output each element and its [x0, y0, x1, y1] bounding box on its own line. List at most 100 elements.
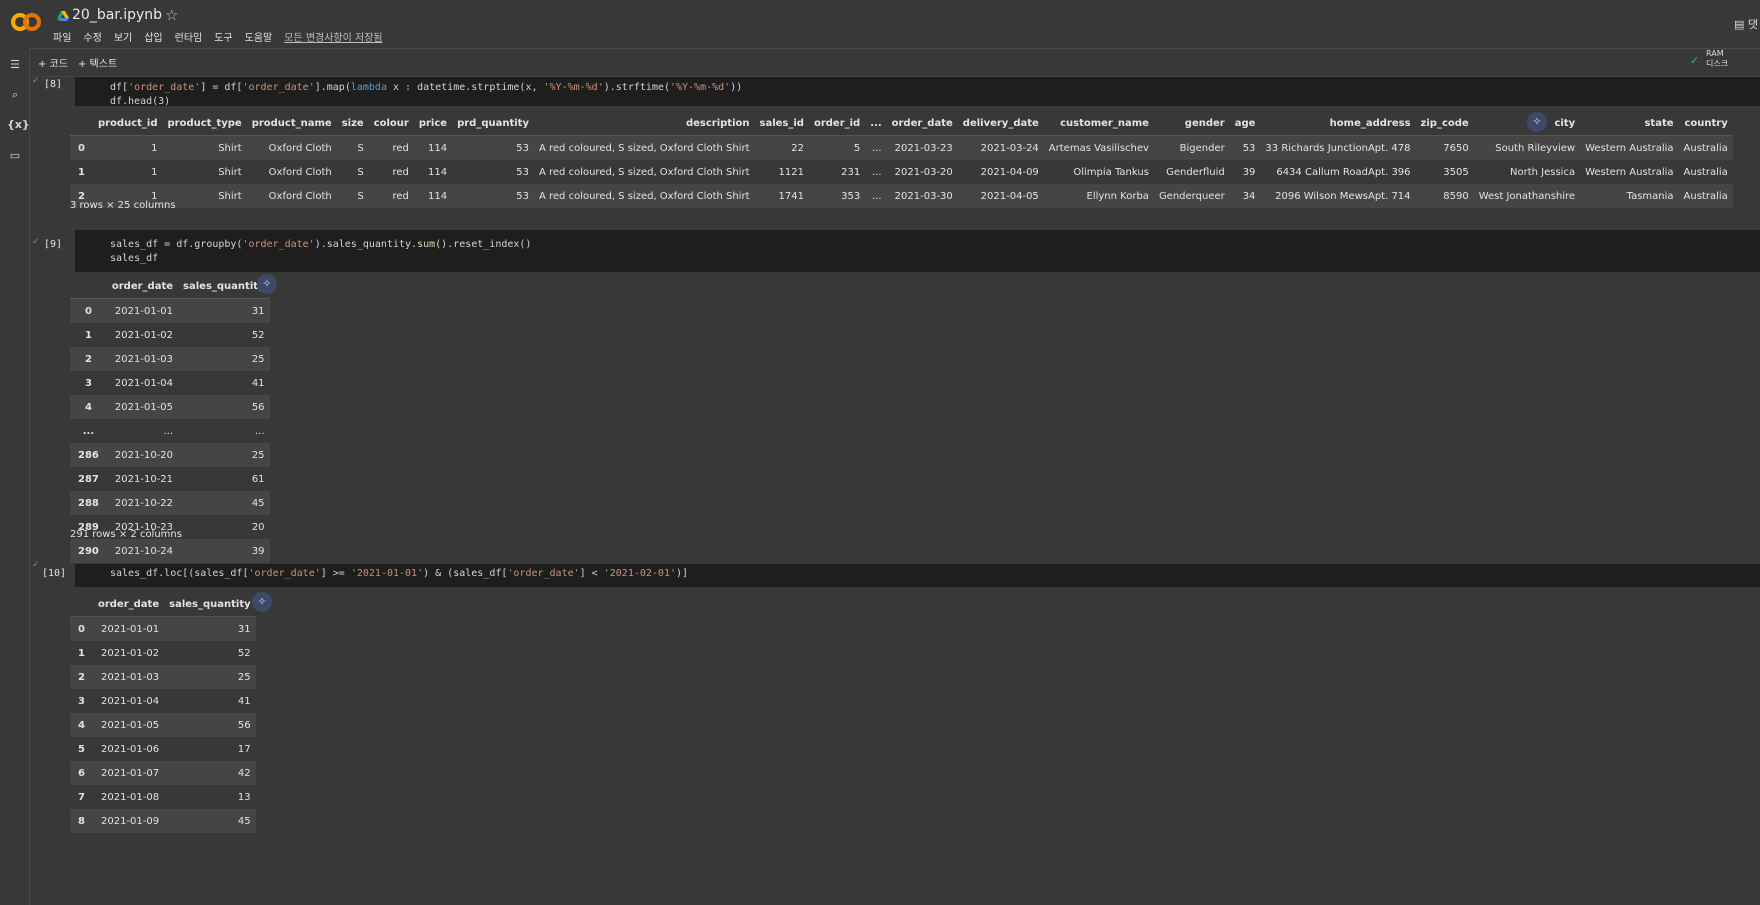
table-cell: 2021-10-21	[114, 473, 174, 485]
run-success-icon[interactable]: ✓	[32, 76, 44, 86]
table-row: 4 2021-01-05 56	[70, 395, 270, 419]
table-row: 1 2021-01-02 52	[70, 323, 270, 347]
table-cell: 33 Richards JunctionApt. 478	[1265, 142, 1411, 154]
menu-edit[interactable]: 수정	[83, 29, 101, 44]
dataframe-table: order_date sales_quantity 0 2021-01-01 31 1 20…	[70, 274, 270, 563]
table-cell: 42	[237, 767, 251, 779]
toc-icon[interactable]: ☰	[7, 58, 23, 74]
table-row: 286 2021-10-20 25	[70, 443, 270, 467]
add-text-button[interactable]: + 텍스트	[78, 55, 117, 70]
toolbar: + 코드 + 텍스트	[30, 48, 1760, 77]
table-cell: S	[357, 142, 364, 154]
table-cell: 1741	[778, 190, 804, 202]
add-code-button[interactable]: + 코드	[38, 55, 68, 70]
table-row: 8 2021-01-09 45	[70, 809, 256, 833]
table-cell: ...	[872, 190, 882, 202]
output-area: product_id product_type product_name size co…	[70, 111, 1733, 208]
menu-file[interactable]: 파일	[53, 29, 71, 44]
code-editor[interactable]: sales_df.loc[(sales_df['order_date'] >= …	[75, 564, 1760, 587]
table-cell: red	[392, 166, 409, 178]
table-cell: 2021-04-09	[980, 166, 1039, 178]
table-row: 7 2021-01-08 13	[70, 785, 256, 809]
column-header: home_address	[1260, 111, 1416, 136]
table-cell: Western Australia	[1585, 166, 1674, 178]
menu-insert[interactable]: 삽입	[144, 29, 162, 44]
run-success-icon[interactable]: ✓	[32, 237, 44, 247]
output-area: order_date sales_quantity 0 2021-01-01 31 1 20…	[70, 592, 256, 833]
table-row: 0 2021-01-01 31	[70, 298, 270, 323]
table-row: 290 2021-10-24 39	[70, 539, 270, 563]
column-header: size	[336, 111, 369, 136]
table-cell: 53	[516, 166, 529, 178]
table-cell: 25	[251, 353, 265, 365]
table-cell: 1	[151, 142, 158, 154]
saved-status-link[interactable]: 모든 변경사항이 저장됨	[284, 29, 382, 44]
table-row: 2 1 Shirt Oxford Cloth Sred 114 53 A red colour…	[70, 184, 1733, 208]
code-editor[interactable]: sales_df = df.groupby('order_date').sale…	[75, 230, 1760, 272]
menu-help[interactable]: 도움말	[245, 29, 273, 44]
table-cell: 52	[237, 647, 251, 659]
star-icon[interactable]: ☆	[165, 6, 178, 24]
execution-count: [9]	[44, 239, 63, 250]
magic-wand-icon[interactable]: ✧	[257, 274, 277, 294]
magic-wand-icon[interactable]: ✧	[252, 592, 272, 612]
code-editor[interactable]: df['order_date'] = df['order_date'].map(…	[75, 77, 1760, 107]
colab-logo-icon[interactable]	[10, 10, 42, 34]
row-index: 1	[78, 647, 85, 659]
table-cell: 2021-04-05	[980, 190, 1039, 202]
column-header: product_id	[92, 111, 163, 136]
table-cell: 2021-10-22	[114, 497, 174, 509]
variables-icon[interactable]: {x}	[7, 118, 30, 134]
connected-check-icon: ✓	[1690, 54, 1700, 67]
table-cell: 114	[427, 142, 448, 154]
column-header: price	[413, 111, 453, 136]
row-index: 8	[78, 815, 85, 827]
row-index: 0	[78, 623, 85, 635]
table-cell: West Jonathanshire	[1478, 190, 1576, 202]
table-cell: 2021-01-04	[114, 377, 174, 389]
drive-icon[interactable]	[57, 10, 69, 22]
table-cell: Western Australia	[1585, 142, 1674, 154]
comment-button[interactable]: ▤ 댓	[1734, 16, 1758, 32]
table-cell: 2021-03-23	[894, 142, 953, 154]
table-shape-text: 3 rows × 25 columns	[70, 200, 176, 211]
menu-view[interactable]: 보기	[114, 29, 132, 44]
row-index: 290	[78, 545, 99, 557]
dataframe-table: product_id product_type product_name size co…	[70, 111, 1733, 208]
column-header: colour	[368, 111, 414, 136]
table-cell: 3505	[1443, 166, 1469, 178]
table-cell: 2021-03-30	[894, 190, 953, 202]
table-cell: Bigender	[1179, 142, 1225, 154]
column-header	[70, 111, 93, 136]
table-cell: A red coloured, S sized, Oxford Cloth Sh…	[538, 142, 750, 154]
table-cell: 2021-01-02	[114, 329, 174, 341]
code-line-2: df.head(3)	[110, 96, 171, 107]
folder-icon[interactable]: ▭	[7, 149, 23, 165]
menu-runtime[interactable]: 런타임	[175, 29, 203, 44]
execution-count: [8]	[44, 79, 63, 90]
resource-monitor[interactable]: RAM 디스크	[1706, 49, 1728, 69]
table-cell: 25	[251, 449, 265, 461]
table-cell: 61	[251, 473, 265, 485]
magic-wand-icon[interactable]: ✧	[1527, 112, 1547, 132]
row-index: 0	[84, 305, 92, 317]
table-row: 3 2021-01-04 41	[70, 689, 256, 713]
table-row: 6 2021-01-07 42	[70, 761, 256, 785]
table-cell: Tasmania	[1626, 190, 1674, 202]
row-index: 4	[84, 401, 92, 413]
row-index: 1	[78, 166, 85, 178]
table-cell: 8590	[1443, 190, 1469, 202]
column-header: order_date	[92, 592, 165, 617]
disk-label: 디스크	[1706, 59, 1729, 68]
table-cell: 2021-10-24	[114, 545, 174, 557]
table-cell: 2021-01-06	[101, 743, 160, 755]
menu-tools[interactable]: 도구	[214, 29, 232, 44]
table-cell: 13	[237, 791, 251, 803]
table-cell: Australia	[1683, 190, 1728, 202]
table-cell: 56	[237, 719, 251, 731]
search-icon[interactable]: ⌕	[7, 88, 23, 104]
table-cell: 2021-10-20	[114, 449, 174, 461]
app-header: 20_bar.ipynb ☆ 파일 수정 보기 삽입 런타임 도구 도움말 모든…	[0, 0, 1760, 49]
notebook-title[interactable]: 20_bar.ipynb	[72, 7, 162, 23]
table-cell: ...	[163, 425, 174, 437]
